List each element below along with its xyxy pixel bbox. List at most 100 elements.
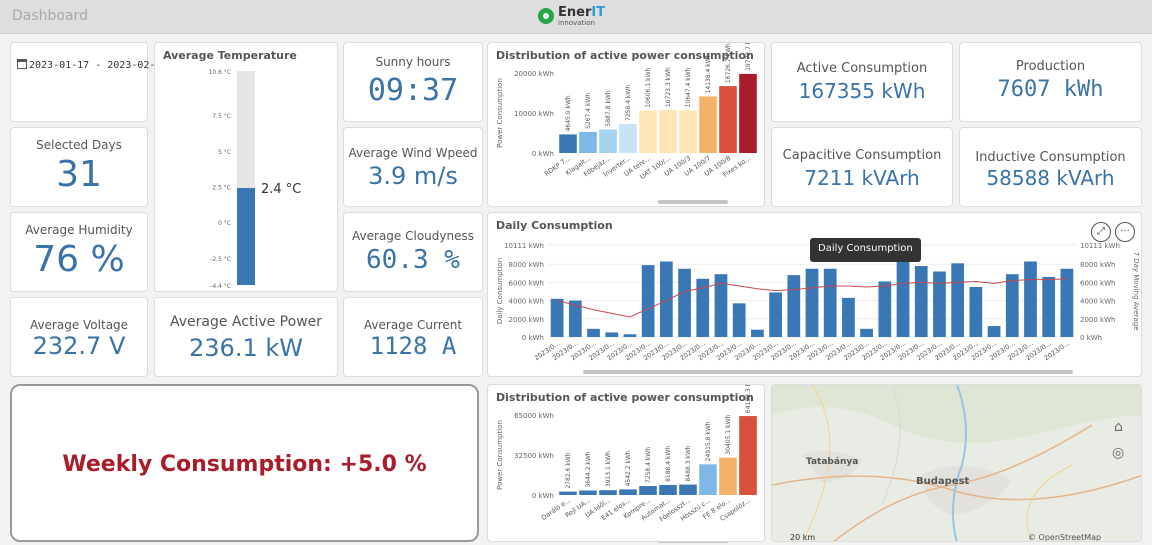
dist1-value-label: 16726.7 kWh: [725, 43, 732, 83]
dist1-y-label: Power Consumption: [496, 78, 504, 148]
daily-y-tick: 10111 kWh: [504, 242, 544, 250]
selected-days-card: Selected Days 31: [10, 127, 148, 207]
dist2-y-tick: 65000 kWh: [514, 412, 554, 420]
distribution-chart[interactable]: 20000 kWh 10000 kWh 0 kWh Power Consumption…: [488, 43, 766, 208]
logo-subtitle: innovation: [558, 19, 595, 27]
avg-cloudy-card: Average Cloudyness 60.3 %: [343, 212, 483, 292]
dist1-value-label: 5267.4 kWh: [585, 93, 592, 129]
temperature-tick: 0 °C: [218, 220, 231, 227]
avg-current-value: 1128 A: [369, 332, 457, 360]
active-consumption-value: 167355 kWh: [798, 79, 926, 103]
avg-humidity-value: 76 %: [33, 239, 125, 280]
daily-y2-tick: 4000 kWh: [1080, 298, 1115, 306]
daily-bar: [878, 281, 892, 337]
dist2-bar: [579, 490, 597, 495]
dist1-value-label: 4645.0 kWh: [565, 95, 572, 131]
dist2-value-label: 64132.3 kWh: [745, 385, 752, 413]
dist1-bar: [579, 131, 597, 153]
dist1-value-label: 7258.4 kWh: [625, 85, 632, 121]
daily-y2-tick: 8000 kWh: [1080, 261, 1115, 269]
avg-current-label: Average Current: [363, 318, 463, 332]
dist2-bar: [659, 484, 677, 495]
dist2-bar: [559, 491, 577, 495]
inductive-value: 58588 kVArh: [986, 166, 1115, 190]
avg-current-card: Average Current 1128 A: [343, 297, 483, 377]
temperature-tick: 7.5 °C: [212, 113, 231, 120]
capacitive-label: Capacitive Consumption: [782, 148, 942, 163]
dist2-bar: [639, 486, 657, 495]
logo-icon: [538, 8, 554, 24]
daily-bar: [933, 271, 946, 337]
page-title: Dashboard: [12, 8, 88, 24]
capacitive-card: Capacitive Consumption 7211 kVArh: [771, 127, 953, 207]
dist2-y-tick: 32500 kWh: [514, 452, 554, 460]
map-label-budapest: Budapest: [916, 476, 970, 487]
daily-bar: [969, 286, 983, 337]
temperature-tick: 2.5 °C: [212, 185, 231, 192]
production-value: 7607 kWh: [997, 77, 1104, 102]
daily-bar: [787, 275, 801, 337]
selected-days-label: Selected Days: [36, 138, 122, 152]
daily-bar: [823, 268, 837, 337]
daily-y2-label: 7 Day Moving Average: [1132, 252, 1140, 331]
distribution-chart-2-card: Distribution of active power consumption…: [487, 384, 766, 543]
dist1-bar: [679, 110, 697, 153]
avg-voltage-card: Average Voltage 232.7 V: [10, 297, 148, 377]
temperature-fill: [237, 187, 255, 285]
dist1-value-label: 10647.4 kWh: [685, 67, 692, 107]
daily-bar: [1005, 274, 1019, 337]
avg-humidity-label: Average Humidity: [25, 223, 133, 237]
weekly-consumption-card: Weekly Consumption: +5.0 %: [10, 384, 479, 542]
map-card[interactable]: Tatabánya Budapest ⌂ ◎ 20 km © OpenStree…: [771, 384, 1142, 542]
expand-button[interactable]: ⤢: [1091, 222, 1111, 242]
avg-wind-value: 3.9 m/s: [368, 162, 458, 190]
dist2-bar: [739, 416, 757, 495]
map-scale: 20 km: [790, 533, 816, 542]
temperature-tick: -2.5 °C: [210, 256, 231, 263]
dist1-value-label: 19772.7 kWh: [745, 43, 752, 71]
dist1-bar: [699, 96, 717, 153]
avg-active-power-card: Average Active Power 236.1 kW: [154, 297, 338, 377]
dist2-bar: [679, 484, 697, 495]
production-label: Production: [1015, 59, 1086, 74]
daily-y2-tick: 10111 kWh: [1080, 242, 1120, 250]
daily-bar: [842, 297, 855, 337]
more-options-button[interactable]: ···: [1115, 222, 1135, 242]
active-consumption-card: Active Consumption 167355 kWh: [771, 42, 953, 122]
dist1-value-label: 5887.8 kWh: [605, 90, 612, 126]
dist1-bar: [619, 123, 637, 153]
avg-active-power-value: 236.1 kW: [189, 334, 303, 362]
locate-icon[interactable]: ◎: [1112, 445, 1124, 461]
daily-y2-tick: 0 kWh: [1080, 334, 1102, 342]
daily-y-tick: 2000 kWh: [509, 316, 544, 324]
home-icon[interactable]: ⌂: [1114, 419, 1123, 435]
daily-consumption-card: Daily Consumption 10111 kWh 10111 kWh 8000…: [487, 212, 1142, 377]
dist2-bar: [599, 490, 617, 495]
dist2-value-label: 7258.4 kWh: [645, 447, 652, 483]
avg-voltage-label: Average Voltage: [29, 318, 129, 332]
daily-bar: [678, 268, 691, 337]
dist1-bar: [739, 73, 757, 153]
daily-y2-tick: 6000 kWh: [1080, 279, 1115, 287]
daily-bar: [605, 332, 619, 337]
date-range-value: 2023-01-17 - 2023-02-16: [29, 60, 168, 71]
capacitive-value: 7211 kVArh: [804, 166, 920, 190]
dist1-bar: [639, 110, 657, 153]
daily-bar: [769, 292, 782, 337]
logo-brand-b: IT: [591, 5, 606, 20]
temperature-tick: 10.6 °C: [209, 69, 231, 76]
dist2-value-label: 8188.4 kWh: [665, 446, 672, 482]
dist1-value-label: 10606.1 kWh: [645, 67, 652, 107]
daily-bar: [805, 268, 819, 337]
logo-brand-a: Ener: [558, 5, 592, 20]
dist1-bar: [659, 110, 677, 153]
dist2-value-label: 30405.1 kWh: [725, 414, 732, 454]
distribution-chart-2[interactable]: 65000 kWh 32500 kWh 0 kWh Power Consumption…: [488, 385, 766, 543]
dist2-bar: [619, 489, 637, 495]
daily-y-tick: 8000 kWh: [509, 261, 544, 269]
inductive-label: Inductive Consumption: [975, 150, 1126, 165]
dist2-bar: [699, 464, 717, 495]
daily-tooltip: Daily Consumption: [810, 238, 921, 262]
temperature-gauge: 10.6 °C 7.5 °C 5 °C 2.5 °C 0 °C -2.5 °C -4.4 °…: [209, 69, 302, 290]
active-consumption-label: Active Consumption: [796, 61, 928, 76]
